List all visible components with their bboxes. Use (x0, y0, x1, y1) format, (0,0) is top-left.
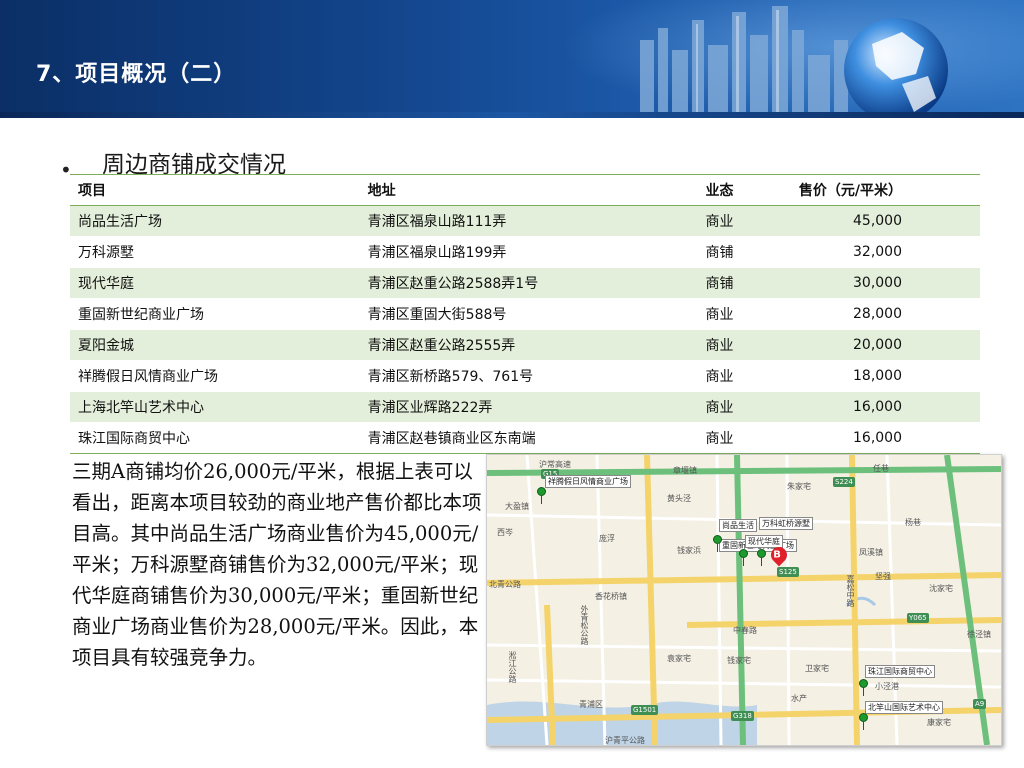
cell-project: 祥腾假日风情商业广场 (70, 360, 360, 392)
table-header-row: 项目 地址 业态 售价（元/平米） (70, 174, 980, 206)
col-header-type: 业态 (697, 174, 770, 206)
cell-type: 商铺 (697, 267, 770, 299)
cell-price: 16,000 (769, 422, 980, 454)
map-label: 水产 (791, 694, 807, 703)
cell-type: 商铺 (697, 236, 770, 268)
cell-price: 28,000 (769, 298, 980, 330)
map-label: 卫家宅 (805, 664, 829, 673)
cell-type: 商业 (697, 329, 770, 361)
map-label: 钱家浜 (677, 546, 701, 555)
map-label: 徐泾镇 (967, 630, 991, 639)
table-row: 夏阳金城 青浦区赵重公路2555弄 商业 20,000 (70, 329, 980, 361)
poi-label-xiangteng: 祥腾假日风情商业广场 (545, 475, 631, 488)
cell-project: 现代华庭 (70, 267, 360, 299)
header-baseline (0, 112, 1024, 118)
cell-price: 18,000 (769, 360, 980, 392)
road-shield: Y065 (907, 613, 929, 623)
col-header-project: 项目 (70, 174, 360, 206)
summary-paragraph: 三期A商铺均价26,000元/平米，根据上表可以看出，距离本项目较劲的商业地产售… (72, 460, 482, 669)
map-pin-icon (859, 679, 868, 696)
map-label: 淞江公路 (508, 651, 517, 683)
cell-address: 青浦区重固大街588号 (359, 298, 698, 330)
map-label: 杨巷 (905, 518, 921, 527)
poi-label-wanke: 万科虹桥源墅 (759, 517, 813, 530)
cell-price: 16,000 (769, 391, 980, 423)
map-label: 沈家宅 (929, 584, 953, 593)
map-label: 康家宅 (927, 718, 951, 727)
poi-label-beigan: 北竿山国际艺术中心 (865, 701, 943, 714)
map-label: 中春路 (733, 626, 757, 635)
map-pin-icon (757, 549, 766, 566)
slide-title: 7、项目概况（二） (36, 62, 237, 87)
cell-address: 青浦区福泉山路111弄 (359, 205, 698, 237)
table-row: 尚品生活广场 青浦区福泉山路111弄 商业 45,000 (70, 205, 980, 237)
cell-address: 青浦区赵重公路2588弄1号 (359, 267, 698, 299)
location-map: 沪常高速 章堰镇 大盈镇 西岑 庞浮 黄头泾 朱家宅 任巷 杨巷 钱家浜 香花桥… (486, 454, 1002, 746)
map-label: 任巷 (873, 464, 889, 473)
map-label: 坚强 (875, 572, 891, 581)
map-pin-icon (859, 713, 868, 730)
cell-type: 商业 (697, 298, 770, 330)
map-pin-icon (739, 549, 748, 566)
map-label: 朱家宅 (787, 482, 811, 491)
cell-price: 30,000 (769, 267, 980, 299)
road-shield: A9 (973, 699, 987, 709)
table-row: 现代华庭 青浦区赵重公路2588弄1号 商铺 30,000 (70, 267, 980, 299)
col-header-price: 售价（元/平米） (769, 174, 980, 206)
map-label: 黄头泾 (667, 494, 691, 503)
cell-project: 尚品生活广场 (70, 205, 360, 237)
map-label: 青浦区 (579, 700, 603, 709)
map-label: 香花桥镇 (595, 592, 627, 601)
map-label: 大盈镇 (505, 502, 529, 511)
road-shield: G1501 (631, 705, 659, 715)
map-label: 北青公路 (489, 580, 521, 589)
map-label: 袁家宅 (667, 654, 691, 663)
header-banner: 7、项目概况（二） (0, 0, 1024, 118)
map-label: 钱家宅 (727, 656, 751, 665)
cell-project: 夏阳金城 (70, 329, 360, 361)
cell-address: 青浦区赵巷镇商业区东南端 (359, 422, 698, 454)
cell-type: 商业 (697, 360, 770, 392)
cell-price: 45,000 (769, 205, 980, 237)
map-label: 庞浮 (599, 534, 615, 543)
cell-price: 20,000 (769, 329, 980, 361)
map-label: 西岑 (497, 528, 513, 537)
map-pin-icon (713, 535, 722, 552)
map-label: 凤溪镇 (859, 548, 883, 557)
cell-price: 32,000 (769, 236, 980, 268)
cell-address: 青浦区赵重公路2555弄 (359, 329, 698, 361)
map-label: 外青松公路 (580, 605, 589, 645)
cell-address: 青浦区福泉山路199弄 (359, 236, 698, 268)
cell-address: 青浦区业辉路222弄 (359, 391, 698, 423)
cell-project: 上海北竿山艺术中心 (70, 391, 360, 423)
cell-project: 万科源墅 (70, 236, 360, 268)
cell-type: 商业 (697, 205, 770, 237)
cell-project: 珠江国际商贸中心 (70, 422, 360, 454)
table-row: 万科源墅 青浦区福泉山路199弄 商铺 32,000 (70, 236, 980, 268)
table-row: 上海北竿山艺术中心 青浦区业辉路222弄 商业 16,000 (70, 391, 980, 423)
col-header-address: 地址 (359, 174, 698, 206)
cell-project: 重固新世纪商业广场 (70, 298, 360, 330)
sales-table: 项目 地址 业态 售价（元/平米） 尚品生活广场 青浦区福泉山路111弄 商业 … (70, 174, 980, 454)
map-label: 嘉松中路 (846, 575, 855, 607)
road-shield: S224 (833, 477, 855, 487)
map-label: 章堰镇 (673, 466, 697, 475)
cell-type: 商业 (697, 391, 770, 423)
poi-label-zhujiang: 珠江国际商贸中心 (865, 665, 935, 678)
table-row: 祥腾假日风情商业广场 青浦区新桥路579、761号 商业 18,000 (70, 360, 980, 392)
map-pin-icon (537, 487, 546, 504)
cell-address: 青浦区新桥路579、761号 (359, 360, 698, 392)
road-shield: G318 (731, 711, 754, 721)
poi-label-shangpin: 尚品生活 (719, 519, 757, 532)
globe-icon (844, 18, 948, 118)
map-label: 小泾港 (875, 682, 899, 691)
map-label: 沪青平公路 (605, 736, 645, 745)
cell-type: 商业 (697, 422, 770, 454)
table-row: 重固新世纪商业广场 青浦区重固大街588号 商业 28,000 (70, 298, 980, 330)
table-row: 珠江国际商贸中心 青浦区赵巷镇商业区东南端 商业 16,000 (70, 422, 980, 454)
road-shield: S125 (777, 567, 799, 577)
project-marker-label: B (773, 549, 781, 561)
